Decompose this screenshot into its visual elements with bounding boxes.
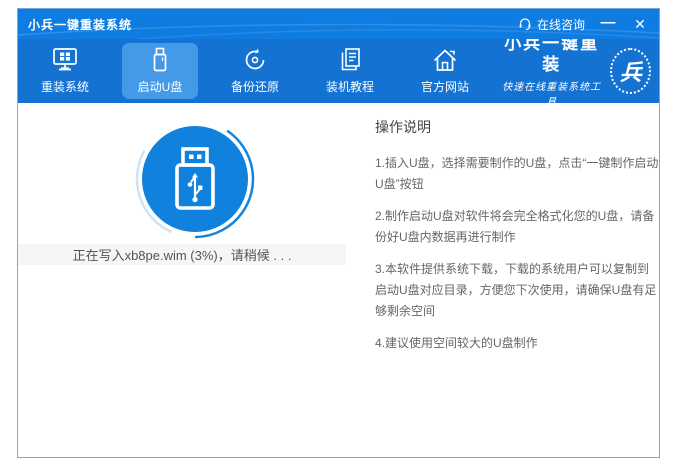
instruction-item-1: 1.插入U盘，选择需要制作的U盘，点击“一键制作启动U盘”按钮 [375,153,659,195]
home-icon [431,47,459,73]
nav-label: 重装系统 [41,78,89,95]
instruction-item-4: 4.建议使用空间较大的U盘制作 [375,333,659,354]
nav-label: 装机教程 [326,78,374,95]
brand-logo-icon: 兵 [610,48,651,94]
brand-logo-glyph: 兵 [620,55,642,87]
brand-block: 小兵一键重装 快速在线重装系统工具 兵 [502,34,651,108]
nav-tab-reinstall-system[interactable]: 重装系统 [27,43,103,99]
instruction-item-2: 2.制作启动U盘对软件将会完全格式化您的U盘，请备份好U盘内数据再进行制作 [375,206,659,248]
usb-drive-icon [146,47,174,73]
nav-label: 启动U盘 [138,78,183,95]
instructions-panel: 操作说明 1.插入U盘，选择需要制作的U盘，点击“一键制作启动U盘”按钮 2.制… [375,117,659,365]
nav-tab-backup-restore[interactable]: 备份还原 [217,43,293,99]
nav-label: 备份还原 [231,78,279,95]
nav-tab-official-website[interactable]: 官方网站 [407,43,483,99]
instruction-item-3: 3.本软件提供系统下载，下载的系统用户可以复制到启动U盘对应目录，方便您下次使用… [375,259,659,322]
titlebar: 小兵一键重装系统 在线咨询 — ✕ [18,9,659,39]
monitor-icon [51,47,79,73]
nav-label: 官方网站 [421,78,469,95]
main-nav: 重装系统 启动U盘 备份还原 [18,39,659,103]
progress-status-text: 正在写入xb8pe.wim (3%)，请稍候 . . . [73,245,292,264]
nav-tab-boot-usb[interactable]: 启动U盘 [122,43,198,99]
desktop-background: 小兵一键重装系统 在线咨询 — ✕ [0,0,677,470]
usb-flash-drive-icon [168,146,222,212]
brand-text: 小兵一键重装 快速在线重装系统工具 [502,34,601,108]
online-service-button[interactable]: 在线咨询 [518,16,585,33]
app-window: 小兵一键重装系统 在线咨询 — ✕ [17,8,660,458]
restore-icon [241,47,269,73]
close-button[interactable]: ✕ [631,15,649,33]
nav-tab-tutorial[interactable]: 装机教程 [312,43,388,99]
titlebar-controls: 在线咨询 — ✕ [518,15,649,33]
progress-status-bar: 正在写入xb8pe.wim (3%)，请稍候 . . . [18,244,346,265]
instructions-title: 操作说明 [375,117,659,137]
content-area: 正在写入xb8pe.wim (3%)，请稍候 . . . 操作说明 1.插入U盘… [18,103,659,456]
online-service-label: 在线咨询 [537,16,585,33]
minimize-button[interactable]: — [599,15,617,33]
usb-progress-circle [142,126,248,232]
tutorial-icon [336,47,364,73]
headset-icon [518,17,532,31]
window-title: 小兵一键重装系统 [28,16,132,33]
brand-title: 小兵一键重装 [502,34,601,75]
